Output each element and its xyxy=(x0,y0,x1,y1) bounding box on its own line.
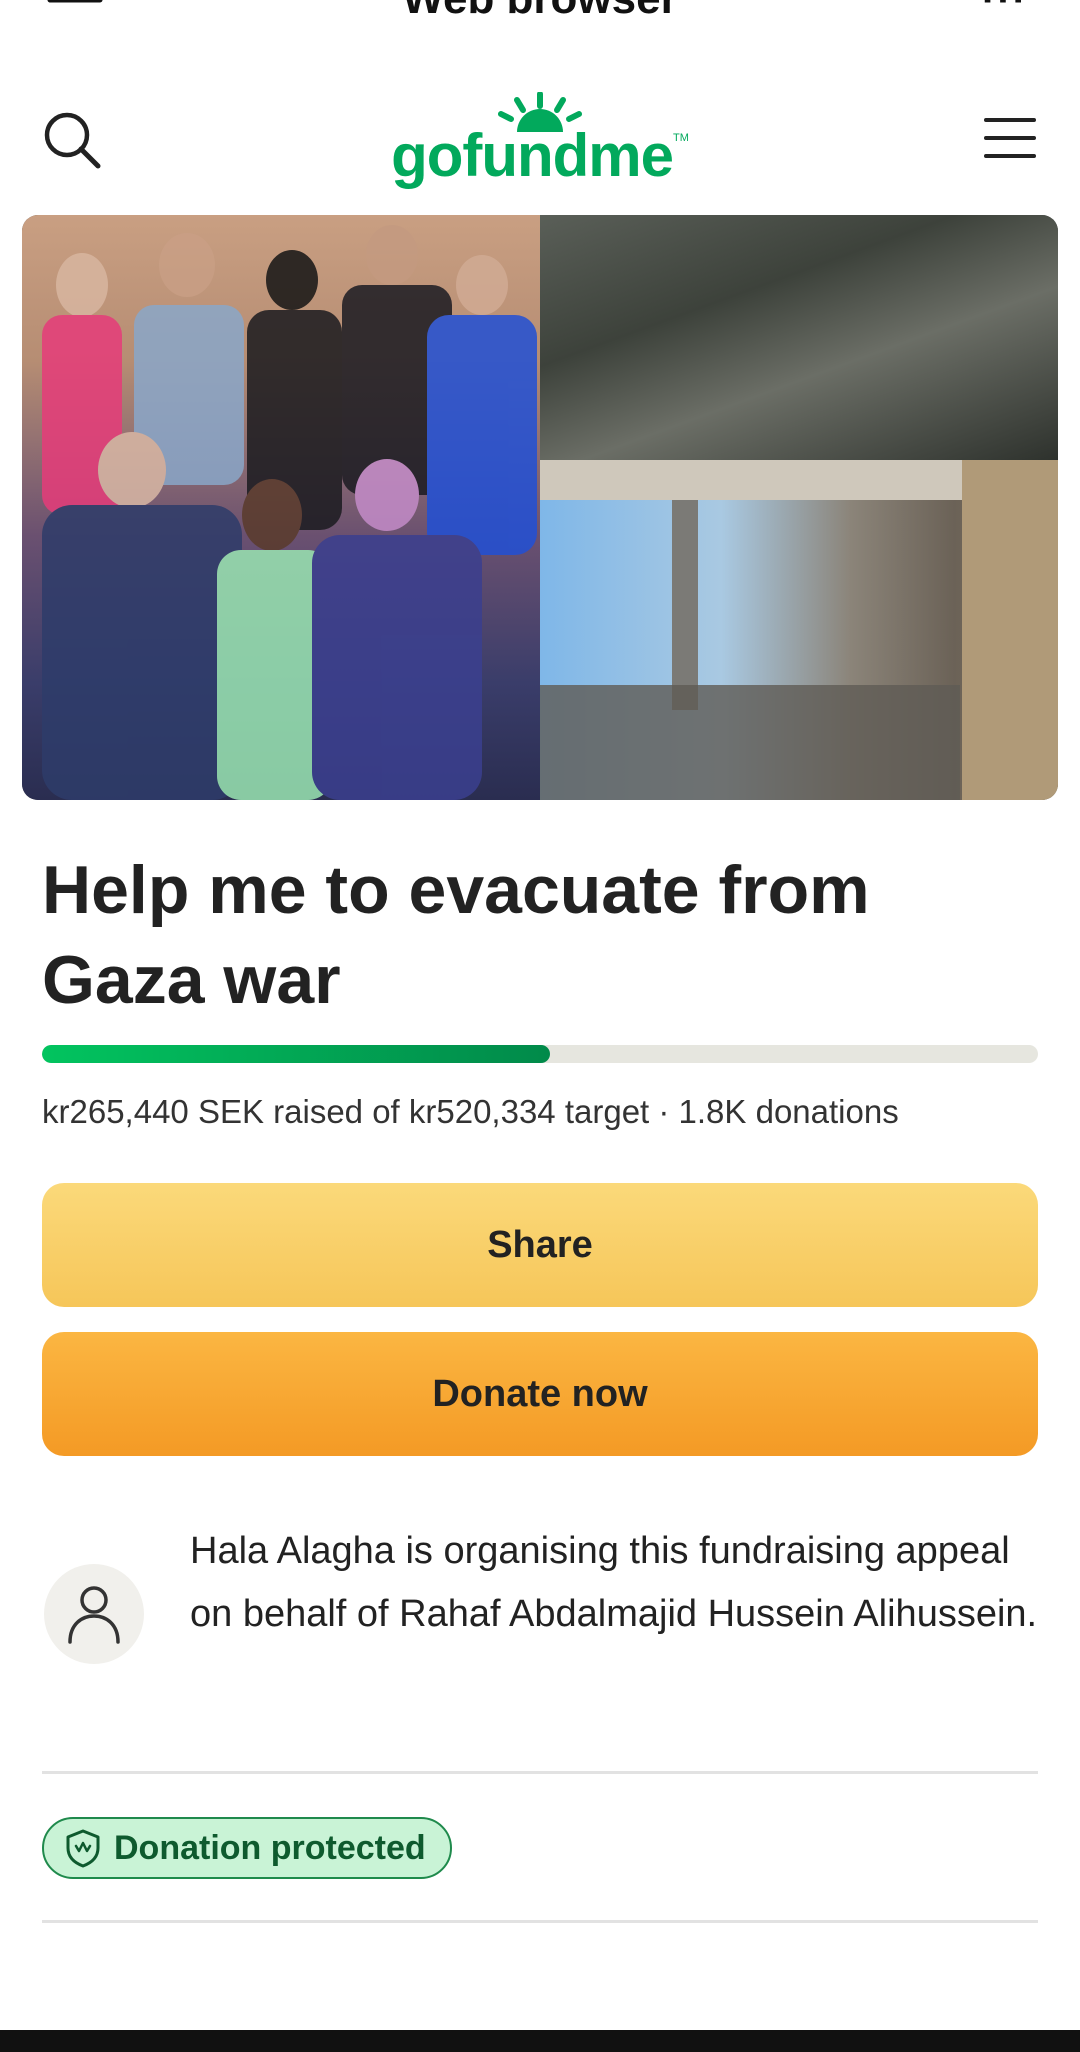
system-navigation-bar xyxy=(0,2030,1080,2052)
share-button[interactable]: Share xyxy=(42,1183,1038,1307)
gofundme-logo[interactable]: gofundmeTM xyxy=(0,92,1080,192)
campaign-title: Help me to evacuate from Gaza war xyxy=(42,852,870,1018)
logo-trademark: TM xyxy=(673,132,689,144)
progress-bar-fill xyxy=(42,1045,550,1063)
donation-protected-label: Donation protected xyxy=(114,1828,426,1867)
amount-raised-text: kr265,440 SEK raised of kr520,334 target… xyxy=(42,1093,899,1130)
more-options-icon[interactable]: ··· xyxy=(982,0,1028,23)
gofundme-campaign-page: Web browser ··· gofundmeTM xyxy=(0,0,1080,2052)
logo-wordmark: gofundme xyxy=(391,122,674,189)
hamburger-menu-icon[interactable] xyxy=(984,116,1036,160)
fundraising-progress-bar xyxy=(42,1045,1038,1063)
campaign-hero-image[interactable] xyxy=(22,215,1058,800)
hero-illustration xyxy=(42,225,1058,800)
section-divider xyxy=(42,1771,1038,1774)
section-divider xyxy=(42,1920,1038,1923)
browser-top-bar: Web browser ··· xyxy=(0,0,1080,30)
donation-protected-badge[interactable]: Donation protected xyxy=(42,1817,452,1879)
site-header: gofundmeTM xyxy=(0,80,1080,200)
donate-now-button[interactable]: Donate now xyxy=(42,1332,1038,1456)
organiser-avatar xyxy=(44,1564,144,1664)
organiser-description: Hala Alagha is organising this fundraisi… xyxy=(190,1530,1038,1635)
shield-icon xyxy=(66,1829,100,1868)
user-icon xyxy=(68,1586,120,1644)
browser-title: Web browser xyxy=(0,0,1080,24)
